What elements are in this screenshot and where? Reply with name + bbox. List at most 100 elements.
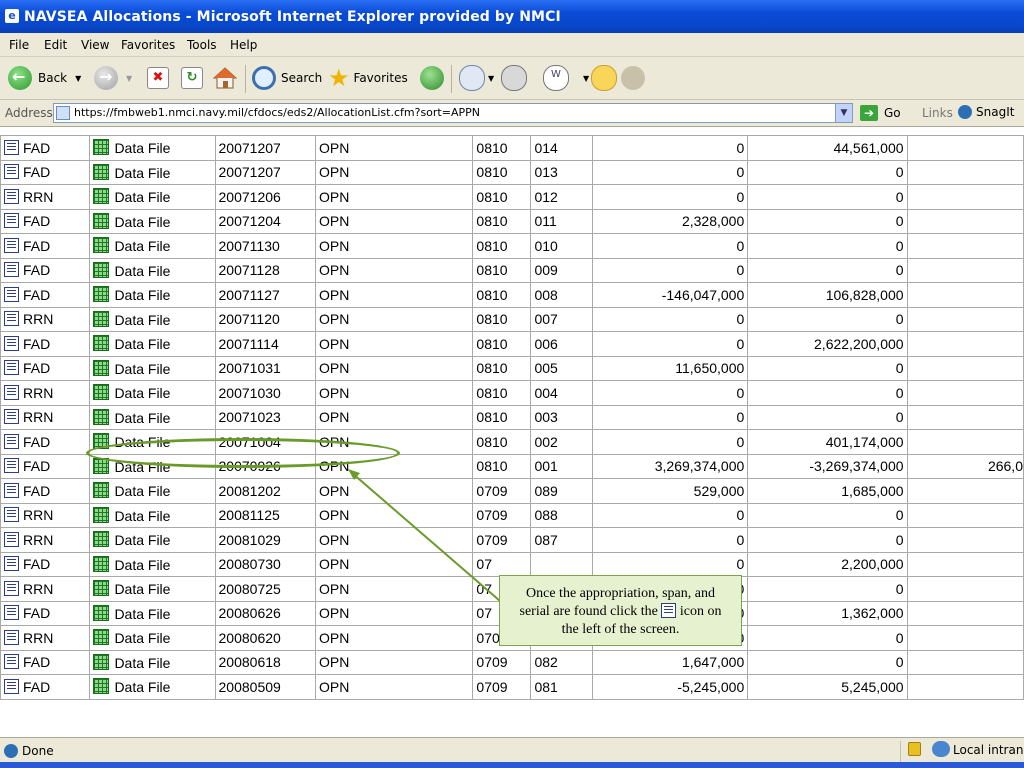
- data-file-link[interactable]: Data File: [89, 257, 216, 283]
- doc-type-cell[interactable]: RRN: [0, 625, 91, 651]
- spreadsheet-icon[interactable]: [93, 261, 110, 278]
- data-file-link[interactable]: Data File: [89, 527, 216, 553]
- spreadsheet-icon[interactable]: [93, 629, 110, 646]
- document-icon[interactable]: [4, 482, 19, 498]
- menu-tools[interactable]: Tools: [187, 38, 217, 52]
- document-icon[interactable]: [4, 384, 19, 400]
- document-icon[interactable]: [4, 360, 19, 376]
- data-file-link[interactable]: Data File: [89, 600, 216, 626]
- data-file-link[interactable]: Data File: [89, 208, 216, 234]
- data-file-label[interactable]: Data File: [114, 557, 170, 573]
- data-file-link[interactable]: Data File: [89, 551, 216, 577]
- spreadsheet-icon[interactable]: [93, 286, 110, 303]
- chevron-down-icon[interactable]: ▼: [75, 74, 81, 83]
- data-file-label[interactable]: Data File: [114, 336, 170, 352]
- document-icon[interactable]: [4, 409, 19, 425]
- document-icon[interactable]: [4, 139, 19, 155]
- menu-view[interactable]: View: [81, 38, 109, 52]
- data-file-link[interactable]: Data File: [89, 478, 216, 504]
- menu-edit[interactable]: Edit: [44, 38, 67, 52]
- data-file-label[interactable]: Data File: [114, 165, 170, 181]
- document-icon[interactable]: [4, 237, 19, 253]
- chevron-down-icon[interactable]: ▼: [126, 74, 132, 83]
- document-icon[interactable]: [4, 188, 19, 204]
- data-file-link[interactable]: Data File: [89, 282, 216, 308]
- document-icon[interactable]: [4, 580, 19, 596]
- document-icon[interactable]: [4, 556, 19, 572]
- data-file-link[interactable]: Data File: [89, 404, 216, 430]
- spreadsheet-icon[interactable]: [93, 506, 110, 523]
- data-file-link[interactable]: Data File: [89, 674, 216, 700]
- document-icon[interactable]: [4, 678, 19, 694]
- data-file-label[interactable]: Data File: [114, 532, 170, 548]
- data-file-label[interactable]: Data File: [114, 410, 170, 426]
- search-button[interactable]: Search: [252, 65, 322, 91]
- data-file-label[interactable]: Data File: [114, 263, 170, 279]
- spreadsheet-icon[interactable]: [93, 555, 110, 572]
- doc-type-cell[interactable]: FAD: [0, 429, 91, 455]
- doc-type-cell[interactable]: FAD: [0, 135, 91, 161]
- document-icon[interactable]: [4, 164, 19, 180]
- data-file-link[interactable]: Data File: [89, 576, 216, 602]
- data-file-label[interactable]: Data File: [114, 508, 170, 524]
- doc-type-cell[interactable]: RRN: [0, 576, 91, 602]
- data-file-label[interactable]: Data File: [114, 361, 170, 377]
- menu-help[interactable]: Help: [230, 38, 257, 52]
- doc-type-cell[interactable]: RRN: [0, 527, 91, 553]
- spreadsheet-icon[interactable]: [93, 482, 110, 499]
- document-icon[interactable]: [4, 458, 19, 474]
- data-file-label[interactable]: Data File: [114, 679, 170, 695]
- spreadsheet-icon[interactable]: [93, 678, 110, 695]
- data-file-link[interactable]: Data File: [89, 331, 216, 357]
- data-file-link[interactable]: Data File: [89, 649, 216, 675]
- stop-button[interactable]: ✖: [147, 65, 169, 91]
- document-icon[interactable]: [4, 262, 19, 278]
- document-icon[interactable]: [4, 335, 19, 351]
- home-button[interactable]: [213, 65, 237, 91]
- doc-type-cell[interactable]: RRN: [0, 404, 91, 430]
- chevron-down-icon[interactable]: ▼: [488, 74, 494, 83]
- document-icon[interactable]: [4, 605, 19, 621]
- spreadsheet-icon[interactable]: [93, 408, 110, 425]
- document-icon[interactable]: [4, 654, 19, 670]
- doc-type-cell[interactable]: FAD: [0, 233, 91, 259]
- document-icon[interactable]: [4, 311, 19, 327]
- document-icon[interactable]: [4, 629, 19, 645]
- document-icon[interactable]: [4, 213, 19, 229]
- data-file-link[interactable]: Data File: [89, 380, 216, 406]
- address-input[interactable]: https://fmbweb1.nmci.navy.mil/cfdocs/eds…: [53, 103, 853, 123]
- data-file-link[interactable]: Data File: [89, 306, 216, 332]
- links-label[interactable]: Links: [922, 106, 953, 120]
- data-file-label[interactable]: Data File: [114, 140, 170, 156]
- data-file-link[interactable]: Data File: [89, 233, 216, 259]
- chevron-down-icon[interactable]: ▼: [835, 104, 852, 122]
- data-file-link[interactable]: Data File: [89, 355, 216, 381]
- spreadsheet-icon[interactable]: [93, 212, 110, 229]
- doc-type-cell[interactable]: FAD: [0, 208, 91, 234]
- spreadsheet-icon[interactable]: [93, 604, 110, 621]
- mail-button[interactable]: ▼: [459, 65, 494, 91]
- spreadsheet-icon[interactable]: [93, 237, 110, 254]
- spreadsheet-icon[interactable]: [93, 188, 110, 205]
- spreadsheet-icon[interactable]: [93, 139, 110, 156]
- folder-button[interactable]: [591, 65, 617, 91]
- data-file-link[interactable]: Data File: [89, 135, 216, 161]
- doc-type-cell[interactable]: RRN: [0, 184, 91, 210]
- doc-type-cell[interactable]: FAD: [0, 674, 91, 700]
- doc-type-cell[interactable]: FAD: [0, 331, 91, 357]
- doc-type-cell[interactable]: FAD: [0, 257, 91, 283]
- data-file-link[interactable]: Data File: [89, 159, 216, 185]
- spreadsheet-icon[interactable]: [93, 384, 110, 401]
- history-button[interactable]: [420, 65, 444, 91]
- spreadsheet-icon[interactable]: [93, 359, 110, 376]
- data-file-label[interactable]: Data File: [114, 606, 170, 622]
- doc-type-cell[interactable]: FAD: [0, 159, 91, 185]
- data-file-link[interactable]: Data File: [89, 502, 216, 528]
- doc-type-cell[interactable]: FAD: [0, 478, 91, 504]
- data-file-label[interactable]: Data File: [114, 287, 170, 303]
- spreadsheet-icon[interactable]: [93, 653, 110, 670]
- data-file-label[interactable]: Data File: [114, 214, 170, 230]
- data-file-label[interactable]: Data File: [114, 312, 170, 328]
- data-file-label[interactable]: Data File: [114, 655, 170, 671]
- document-icon[interactable]: [4, 286, 19, 302]
